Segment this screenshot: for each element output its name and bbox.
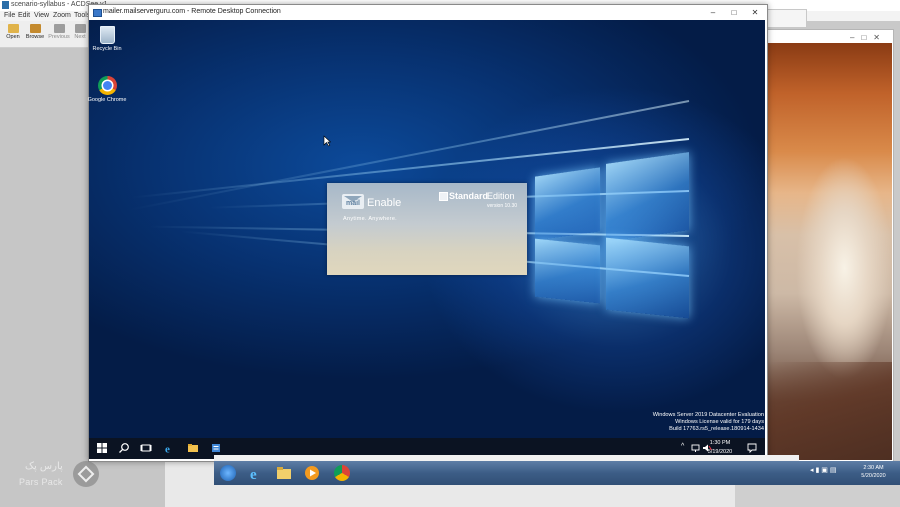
windows-logo-pane (535, 167, 600, 241)
menu-zoom[interactable]: Zoom (53, 12, 71, 19)
tray-chevron-icon[interactable]: ^ (681, 443, 684, 455)
menu-view[interactable]: View (34, 12, 49, 19)
chrome-icon (97, 76, 117, 95)
task-view-icon[interactable] (140, 442, 152, 454)
menu-edit[interactable]: Edit (18, 12, 30, 19)
windows-logo-pane (606, 237, 689, 319)
splash-version: version 10.30 (487, 203, 518, 209)
next-icon (74, 24, 86, 33)
server-manager-icon[interactable] (210, 442, 222, 454)
edition-name: Standard (449, 191, 489, 201)
start-icon[interactable] (96, 442, 108, 454)
start-orb-icon[interactable] (220, 465, 236, 481)
close-button[interactable]: ✕ (745, 6, 765, 19)
notifications-icon[interactable] (746, 442, 758, 454)
parspack-persian-text: پارس پک (25, 461, 63, 472)
parspack-english-text: Pars Pack (19, 477, 63, 487)
edition-label: Edition (487, 191, 515, 201)
host-time: 2:30 AM (863, 465, 884, 471)
acdsee-logo-icon (2, 1, 9, 9)
previous-label: Previous (48, 34, 70, 40)
canyon-photo-foreground (767, 362, 892, 460)
chrome-icon[interactable] (334, 465, 350, 481)
windows-explorer-icon[interactable] (276, 465, 292, 481)
rdp-title-bar[interactable]: mailer.mailserverguru.com - Remote Deskt… (89, 5, 765, 20)
recycle-bin-shortcut[interactable]: Recycle Bin (87, 26, 127, 53)
parspack-logo-icon (73, 461, 99, 487)
recycle-bin-label: Recycle Bin (92, 46, 122, 52)
windows-logo-pane (606, 152, 689, 242)
host-date: 5/20/2020 (861, 473, 886, 479)
host-tray-icons[interactable]: ◂ ▮ ▣ ▤ (810, 466, 836, 482)
watermark-line: Windows Server 2019 Datacenter Evaluatio… (652, 412, 764, 418)
next-button[interactable]: Next (72, 23, 88, 45)
host-clock[interactable]: 2:30 AM 5/20/2020 (846, 464, 900, 480)
host-taskbar: e ◂ ▮ ▣ ▤ 2:30 AM 5/20/2020 (214, 461, 900, 485)
windows-watermark: Windows Server 2019 Datacenter Evaluatio… (620, 412, 764, 433)
open-folder-icon (7, 24, 19, 33)
browse-icon (29, 24, 41, 33)
photo-window-controls[interactable]: –□✕ (850, 33, 887, 42)
watermark-line: Windows License valid for 179 days (675, 419, 764, 425)
search-icon[interactable] (118, 442, 130, 454)
next-label: Next (74, 34, 86, 40)
rdp-title: mailer.mailserverguru.com - Remote Deskt… (103, 8, 281, 15)
internet-explorer-icon[interactable]: e (248, 465, 264, 481)
acdsee-toolbar: Open Browse Previous Next (0, 21, 90, 48)
svg-text:e: e (250, 467, 257, 481)
background-window-tab[interactable] (765, 9, 807, 28)
internet-explorer-icon[interactable]: e (164, 442, 176, 455)
mailenable-splash: Enable mail Anytime. Anywhere. Standard … (327, 183, 527, 275)
browse-label: Browse (25, 34, 45, 40)
remote-desktop-icon (93, 9, 102, 17)
mouse-cursor-icon (323, 135, 331, 147)
maximize-button[interactable]: □ (724, 6, 744, 19)
splash-tagline: Anytime. Anywhere. (343, 216, 398, 222)
previous-icon (53, 24, 65, 33)
file-explorer-icon[interactable] (187, 442, 199, 454)
open-label: Open (6, 34, 20, 40)
svg-text:e: e (165, 444, 170, 455)
remote-time: 1:30 PM (709, 440, 731, 446)
media-player-icon[interactable] (304, 465, 320, 481)
open-button[interactable]: Open (2, 23, 24, 45)
chrome-shortcut[interactable]: Google Chrome (87, 76, 127, 104)
chrome-label: Google Chrome (87, 97, 127, 103)
brand-enable: Enable (367, 197, 402, 209)
watermark-line: Build 17763.rs5_release.180914-1434 (669, 426, 764, 432)
brand-mail: mail (346, 200, 361, 207)
parspack-watermark: پارس پک Pars Pack (15, 460, 110, 490)
edition-icon (439, 192, 448, 201)
recycle-bin-icon (99, 26, 115, 44)
menu-file[interactable]: File (4, 12, 15, 19)
minimize-button[interactable]: – (703, 6, 723, 19)
windows-logo-pane (535, 238, 600, 304)
browse-button[interactable]: Browse (24, 23, 46, 45)
previous-button[interactable]: Previous (48, 23, 70, 45)
